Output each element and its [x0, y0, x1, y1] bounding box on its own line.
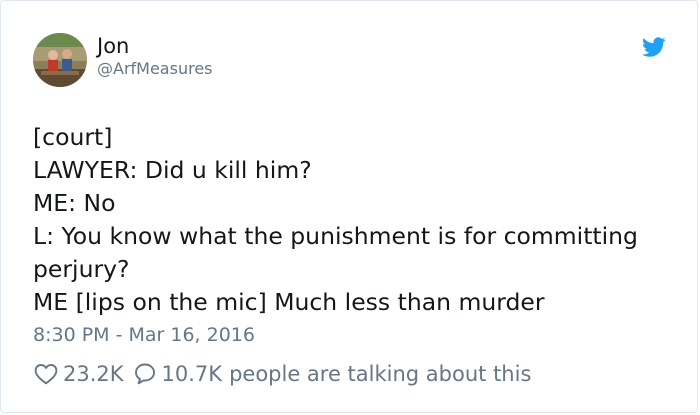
engagement-bar: 23.2K 10.7K people are talking about thi…: [34, 359, 531, 389]
tweet-line: perjury?: [33, 255, 130, 283]
twitter-bird-icon[interactable]: [641, 35, 667, 59]
like-count: 23.2K: [63, 362, 124, 386]
tweet-text: [court] LAWYER: Did u kill him? ME: No L…: [33, 121, 673, 319]
tweet-card: Jon @ArfMeasures [court] LAWYER: Did u k…: [0, 0, 698, 413]
reply-button[interactable]: 10.7K: [133, 362, 223, 386]
tweet-line: ME [lips on the mic] Much less than murd…: [33, 288, 545, 316]
like-button[interactable]: 23.2K: [34, 362, 124, 386]
tweet-line: LAWYER: Did u kill him?: [33, 156, 312, 184]
tweet-line: ME: No: [33, 189, 116, 217]
author-display-name[interactable]: Jon: [97, 33, 129, 59]
author-handle[interactable]: @ArfMeasures: [97, 59, 213, 79]
avatar[interactable]: [33, 33, 87, 87]
speech-bubble-icon: [134, 363, 155, 385]
tweet-line: [court]: [33, 123, 113, 151]
reply-count: 10.7K: [161, 362, 223, 386]
tweet-timestamp[interactable]: 8:30 PM - Mar 16, 2016: [33, 323, 255, 347]
talking-about-label[interactable]: people are talking about this: [229, 362, 531, 386]
tweet-line: L: You know what the punishment is for c…: [33, 222, 638, 250]
avatar-photo: [33, 33, 87, 87]
heart-icon: [34, 364, 58, 385]
